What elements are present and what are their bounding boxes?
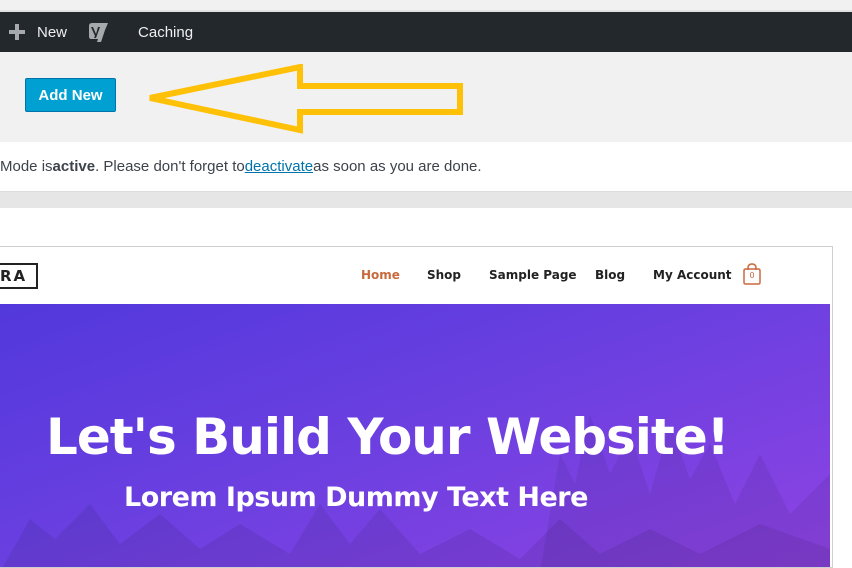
- arrow-annotation: [149, 64, 463, 134]
- nav-item-shop[interactable]: Shop: [427, 268, 461, 282]
- admin-bar-new-label: New: [37, 23, 68, 41]
- section-divider: [0, 192, 852, 208]
- page-header: Add New: [0, 52, 852, 142]
- notice-suffix: as soon as you are done.: [313, 158, 482, 175]
- plus-icon: [9, 24, 25, 40]
- nav-item-home[interactable]: Home: [361, 268, 400, 282]
- hero-banner: Let's Build Your Website! Lorem Ipsum Du…: [0, 304, 830, 567]
- hero-subtitle: Lorem Ipsum Dummy Text Here: [124, 482, 588, 513]
- cart-count-badge: 0: [749, 271, 755, 280]
- notice-middle: . Please don't forget to: [95, 158, 245, 175]
- yoast-icon[interactable]: [87, 20, 111, 44]
- deactivate-link[interactable]: deactivate: [245, 158, 313, 175]
- site-preview: RA Home Shop Sample Page Blog My Account…: [0, 246, 833, 568]
- nav-item-my-account[interactable]: My Account: [653, 268, 732, 282]
- notice-prefix: Mode is: [0, 158, 53, 175]
- top-strip: [0, 0, 852, 12]
- site-navigation: Home Shop Sample Page Blog My Account: [0, 268, 832, 286]
- admin-bar-new[interactable]: New: [8, 23, 67, 41]
- maintenance-notice: Mode is active. Please don't forget to d…: [0, 142, 852, 192]
- admin-bar-caching[interactable]: Caching: [138, 24, 193, 41]
- nav-item-sample-page[interactable]: Sample Page: [489, 268, 577, 282]
- nav-item-blog[interactable]: Blog: [595, 268, 625, 282]
- hero-title: Let's Build Your Website!: [46, 408, 730, 466]
- notice-active-word: active: [52, 158, 96, 175]
- admin-toolbar: New Caching: [0, 12, 852, 52]
- add-new-button[interactable]: Add New: [25, 78, 116, 112]
